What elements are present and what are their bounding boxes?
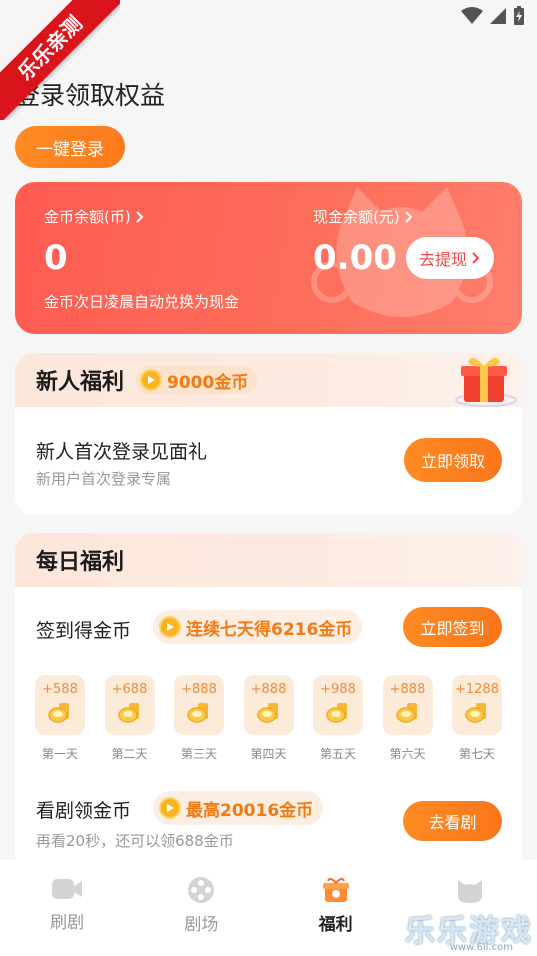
watch-drama-subtitle: 再看20秒，还可以领688金币 (36, 832, 234, 850)
signin-day-card: +988 (313, 675, 363, 735)
play-coin-icon (159, 797, 181, 819)
newbie-welfare-section: 新人福利 9000金币 新人首次登录见面礼 新用户首次登录专属 立即领取 (15, 353, 522, 515)
signin-hint-badge: 连续七天得6216金币 (153, 610, 363, 644)
signin-day[interactable]: +588 第一天 (35, 675, 85, 762)
signin-day-amount: +888 (389, 682, 426, 697)
tab-label: 福利 (318, 915, 353, 935)
watermark-ribbon: 乐乐亲测 (0, 0, 120, 120)
newbie-welfare-header: 新人福利 9000金币 (15, 353, 522, 407)
newbie-coin-badge: 9000金币 (136, 366, 259, 394)
coin-stack-icon (48, 703, 69, 723)
cash-balance-label-text: 现金余额(元) (313, 208, 400, 226)
one-click-login-button[interactable]: 一键登录 (15, 126, 125, 168)
signin-days-row: +588 第一天 +688 第二天 +888 第三天 +888 第四天 +988… (15, 675, 522, 762)
newbie-gift-subtitle: 新用户首次登录专属 (36, 470, 172, 488)
wifi-icon (461, 7, 483, 24)
tab-label: 剧场 (184, 915, 219, 935)
signin-now-button[interactable]: 立即签到 (403, 607, 502, 647)
signin-day-amount: +888 (250, 682, 287, 697)
chevron-right-icon (472, 252, 480, 264)
signin-title: 签到得金币 (36, 620, 132, 642)
gift-box-icon (322, 877, 349, 902)
coin-stack-icon (117, 703, 139, 723)
signin-day-label: 第二天 (111, 747, 148, 761)
exchange-note: 金币次日凌晨自动兑换为现金 (44, 293, 240, 311)
signin-day-card: +888 (174, 675, 224, 735)
tab-welfare[interactable]: 福利 (269, 860, 403, 956)
cash-balance-label[interactable]: 现金余额(元) (313, 206, 414, 227)
signin-day-amount: +888 (181, 682, 217, 697)
film-reel-icon (188, 877, 215, 903)
signin-day-label: 第五天 (319, 747, 356, 761)
watch-drama-hint-text: 最高20016金币 (186, 800, 314, 821)
coin-balance-label-text: 金币余额(币) (44, 208, 131, 226)
withdraw-button[interactable]: 去提现 (406, 237, 494, 279)
signin-day-label: 第四天 (250, 747, 287, 761)
newbie-coin-amount: 9000金币 (167, 372, 249, 393)
cash-balance-value: 0.00 (313, 238, 397, 278)
daily-welfare-section: 每日福利 签到得金币 连续七天得6216金币 立即签到 +588 第一天 +68… (15, 533, 522, 873)
signin-day[interactable]: +888 第四天 (243, 675, 294, 762)
signin-day[interactable]: +1288 第七天 (452, 675, 502, 762)
signin-day-amount: +688 (111, 682, 148, 697)
signin-day[interactable]: +988 第五天 (313, 675, 363, 762)
gift-box-icon (455, 357, 517, 407)
signin-day[interactable]: +888 第三天 (174, 675, 224, 762)
signin-day-label: 第六天 (389, 747, 426, 761)
tab-drama[interactable]: 刷剧 (0, 860, 134, 956)
signin-day-card: +1288 (452, 675, 502, 735)
daily-welfare-header: 每日福利 (15, 533, 522, 587)
corner-watermark-url: www.6ll.com (449, 942, 513, 953)
coin-balance-value: 0 (44, 238, 68, 278)
signin-day-amount: +1288 (455, 682, 499, 697)
coin-stack-icon (187, 703, 208, 723)
newbie-welfare-title: 新人福利 (36, 370, 125, 395)
signin-day-card: +888 (243, 675, 294, 735)
signin-day-amount: +588 (42, 682, 78, 697)
signin-day[interactable]: +888 第六天 (382, 675, 433, 762)
claim-now-button[interactable]: 立即领取 (404, 438, 502, 482)
signin-hint-text: 连续七天得6216金币 (186, 619, 353, 640)
coin-stack-icon (256, 703, 278, 723)
signin-day-amount: +988 (320, 682, 356, 697)
watch-drama-hint-badge: 最高20016金币 (153, 791, 324, 825)
withdraw-button-label: 去提现 (418, 250, 467, 269)
signin-day-label: 第七天 (458, 747, 495, 761)
play-coin-icon (159, 616, 181, 638)
play-coin-icon (140, 369, 163, 391)
signin-day-card: +688 (104, 675, 155, 735)
watermark-ribbon-text: 乐乐亲测 (0, 0, 120, 120)
coin-stack-icon (465, 703, 486, 723)
signin-day-card: +888 (382, 675, 433, 735)
cat-face-icon (457, 880, 482, 903)
go-watch-button[interactable]: 去看剧 (403, 801, 502, 841)
daily-welfare-title: 每日福利 (36, 550, 125, 575)
signin-day-card: +588 (35, 675, 85, 735)
chevron-right-icon (405, 210, 413, 223)
tab-label: 刷剧 (50, 913, 85, 933)
coin-balance-label[interactable]: 金币余额(币) (44, 206, 145, 227)
battery-icon (514, 6, 524, 25)
status-icons (461, 6, 525, 26)
coin-stack-icon (326, 703, 347, 723)
video-icon (52, 879, 83, 899)
signin-day-label: 第三天 (180, 747, 217, 761)
signal-icon (490, 8, 506, 24)
signin-day-label: 第一天 (41, 747, 78, 761)
tab-theater[interactable]: 剧场 (134, 860, 268, 956)
watch-drama-title: 看剧领金币 (36, 800, 132, 822)
newbie-gift-title: 新人首次登录见面礼 (36, 441, 208, 463)
signin-day[interactable]: +688 第二天 (104, 675, 155, 762)
balance-card: 金币余额(币) 0 现金余额(元) 0.00 金币次日凌晨自动兑换为现金 去提现 (15, 182, 522, 334)
chevron-right-icon (136, 210, 144, 223)
coin-stack-icon (395, 703, 417, 723)
